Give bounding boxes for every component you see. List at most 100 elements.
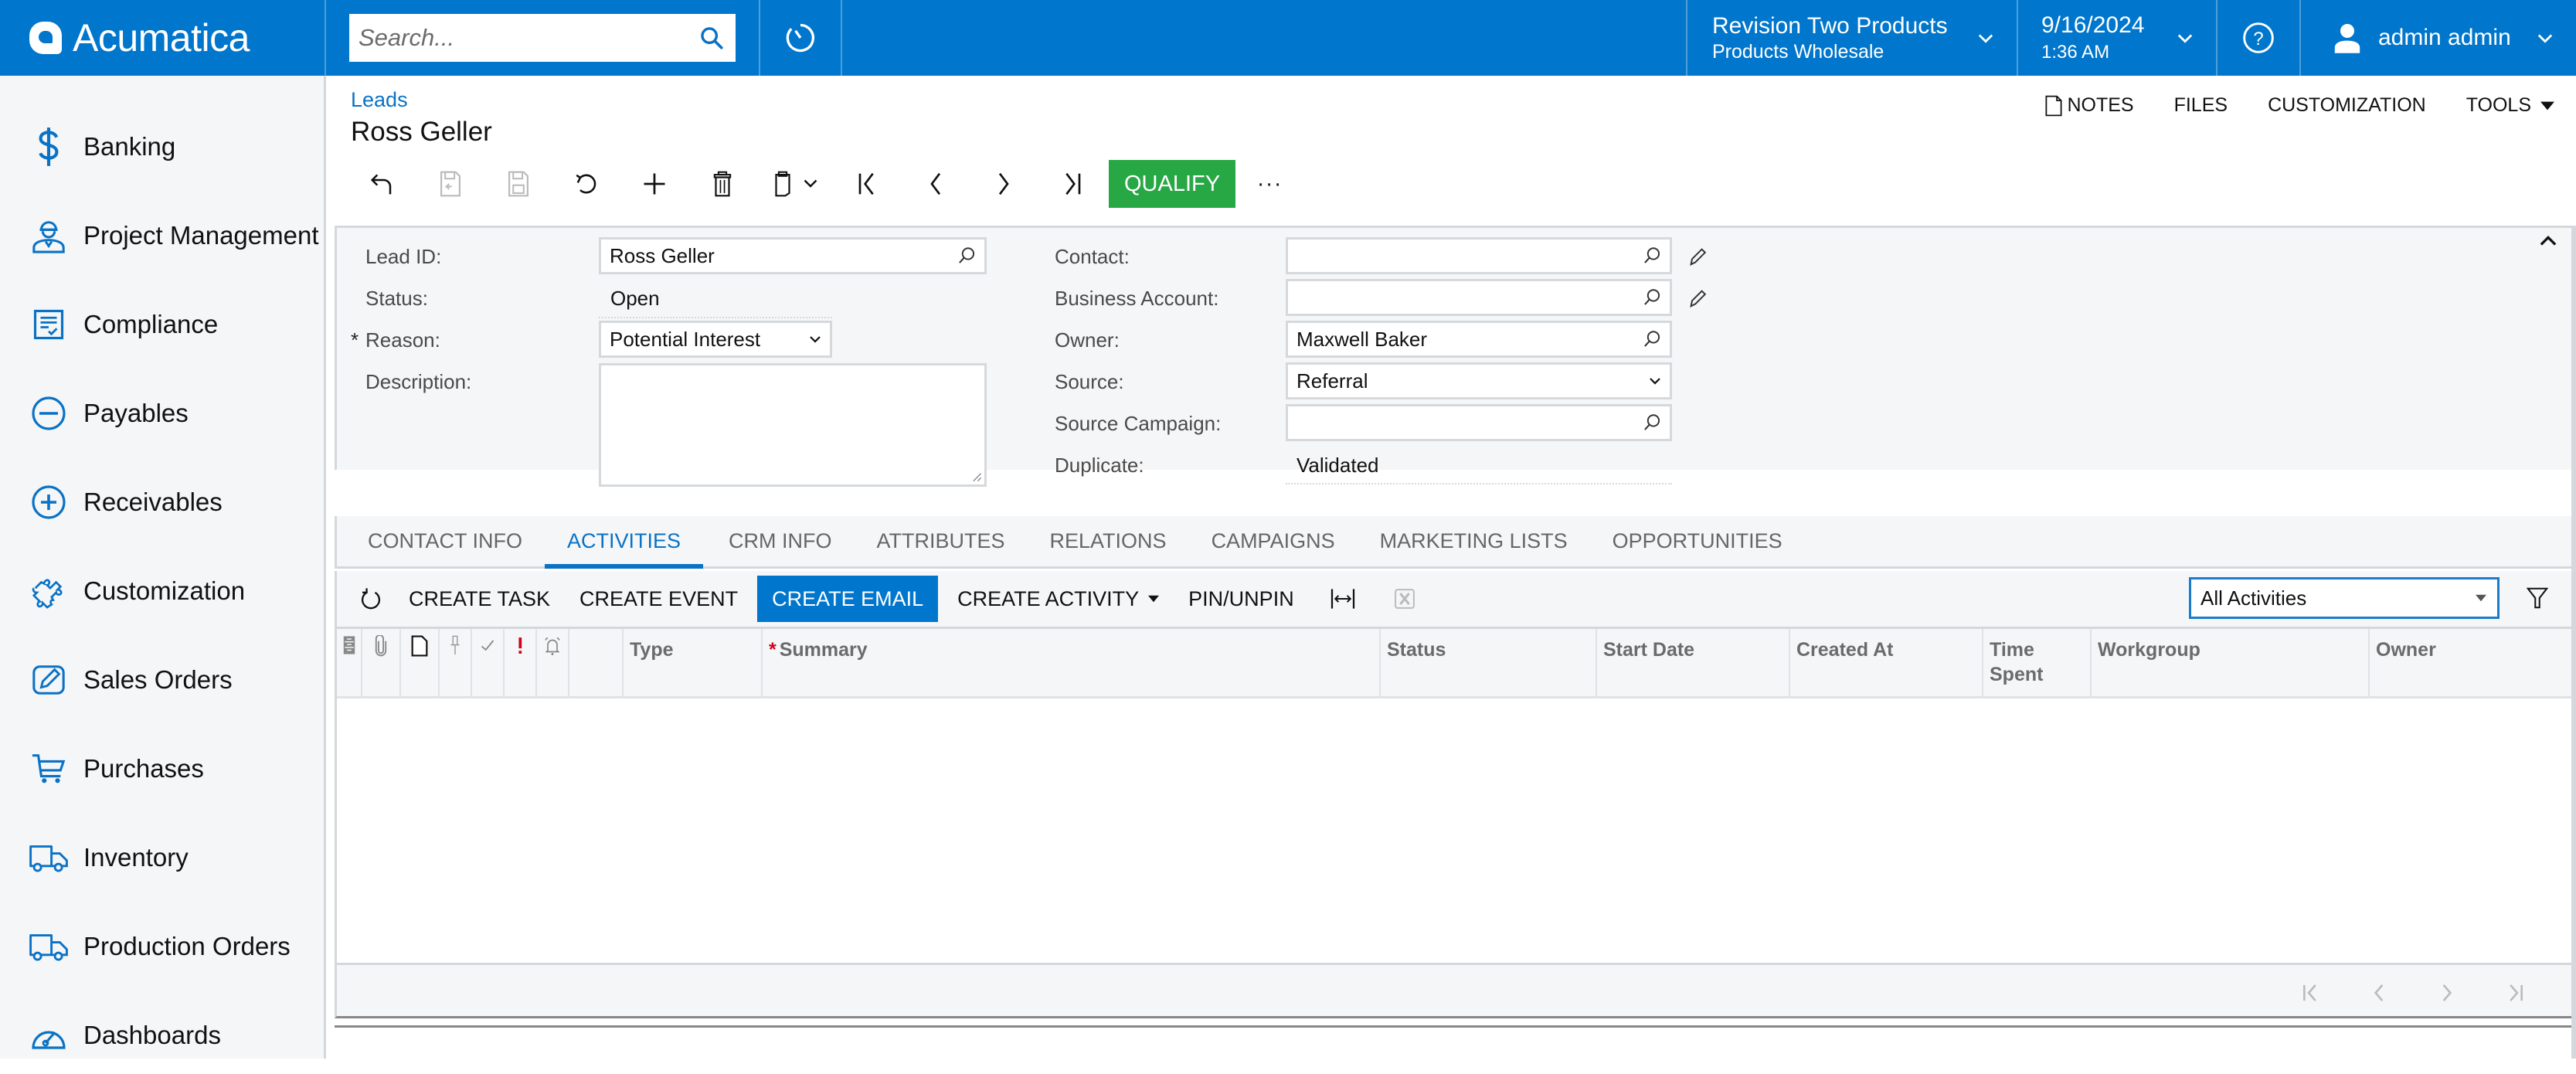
column-header-complete[interactable] bbox=[472, 629, 505, 696]
refresh-button[interactable] bbox=[348, 576, 394, 622]
description-textarea[interactable] bbox=[599, 363, 987, 487]
help-button[interactable]: ? bbox=[2217, 0, 2301, 76]
sidebar-item-receivables[interactable]: Receivables bbox=[0, 464, 324, 541]
sidebar-item-dashboards[interactable]: Dashboards bbox=[0, 997, 324, 1074]
business-account-field[interactable] bbox=[1286, 279, 1672, 316]
pager-next-button[interactable] bbox=[2413, 974, 2481, 1011]
sidebar-item-payables[interactable]: Payables bbox=[0, 375, 324, 452]
sidebar-item-banking[interactable]: Banking bbox=[0, 108, 324, 185]
next-record-button[interactable] bbox=[970, 159, 1038, 209]
tab-relations[interactable]: RELATIONS bbox=[1028, 516, 1189, 566]
add-new-button[interactable] bbox=[620, 159, 688, 209]
edit-business-account-pencil-icon[interactable] bbox=[1687, 287, 1708, 308]
search-input[interactable] bbox=[359, 24, 698, 52]
customization-link[interactable]: CUSTOMIZATION bbox=[2268, 94, 2426, 117]
column-header-document[interactable] bbox=[401, 629, 440, 696]
sidebar-item-project-management[interactable]: Project Management bbox=[0, 197, 324, 274]
sidebar-item-inventory[interactable]: Inventory bbox=[0, 819, 324, 896]
column-header-cabinet[interactable] bbox=[337, 629, 362, 696]
sidebar: Banking Project Management Compliance Pa… bbox=[0, 76, 326, 1059]
qualify-button[interactable]: QUALIFY bbox=[1109, 160, 1235, 208]
previous-record-button[interactable] bbox=[902, 159, 970, 209]
source-campaign-field[interactable] bbox=[1286, 404, 1672, 441]
tab-opportunities[interactable]: OPPORTUNITIES bbox=[1590, 516, 1805, 566]
tab-contact-info[interactable]: CONTACT INFO bbox=[337, 516, 545, 566]
company-selector[interactable]: Revision Two Products Products Wholesale bbox=[1687, 0, 2018, 76]
column-header-status[interactable]: Status bbox=[1381, 629, 1597, 696]
pager-previous-button[interactable] bbox=[2345, 974, 2413, 1011]
owner-field[interactable]: Maxwell Baker bbox=[1286, 321, 1672, 358]
search-icon[interactable] bbox=[698, 25, 725, 51]
first-record-button[interactable] bbox=[834, 159, 902, 209]
source-select[interactable]: Referral bbox=[1286, 362, 1672, 399]
sidebar-item-customization[interactable]: Customization bbox=[0, 552, 324, 630]
column-header-workgroup[interactable]: Workgroup bbox=[2092, 629, 2370, 696]
tab-activities[interactable]: ACTIVITIES bbox=[545, 516, 703, 566]
fit-width-icon bbox=[1330, 588, 1356, 610]
column-header-reminder[interactable] bbox=[537, 629, 569, 696]
column-header-summary[interactable]: *Summary bbox=[763, 629, 1381, 696]
column-header-created-at[interactable]: Created At bbox=[1790, 629, 1983, 696]
files-link[interactable]: FILES bbox=[2174, 94, 2228, 117]
activities-filter-select[interactable]: All Activities bbox=[2189, 577, 2500, 619]
vertical-scrollbar[interactable] bbox=[2571, 226, 2576, 1059]
breadcrumb-leads[interactable]: Leads bbox=[351, 88, 408, 112]
column-header-time-spent[interactable]: TimeSpent bbox=[1983, 629, 2092, 696]
dollar-icon bbox=[25, 123, 73, 171]
pager-last-button[interactable] bbox=[2481, 974, 2549, 1011]
copy-paste-button[interactable] bbox=[756, 159, 834, 209]
notes-link[interactable]: NOTES bbox=[2045, 94, 2133, 117]
tools-menu[interactable]: TOOLS bbox=[2466, 94, 2554, 117]
splitter-bar[interactable] bbox=[335, 1025, 2572, 1028]
save-button[interactable] bbox=[484, 159, 552, 209]
user-name: admin admin bbox=[2378, 25, 2534, 51]
contact-field[interactable] bbox=[1286, 237, 1672, 274]
excel-icon bbox=[1394, 588, 1415, 610]
delete-button[interactable] bbox=[688, 159, 756, 209]
last-record-button[interactable] bbox=[1038, 159, 1106, 209]
search-lookup-icon[interactable] bbox=[1642, 246, 1662, 266]
logo[interactable]: Acumatica bbox=[0, 0, 326, 76]
tab-campaigns[interactable]: CAMPAIGNS bbox=[1189, 516, 1358, 566]
column-header-owner[interactable]: Owner bbox=[2370, 629, 2572, 696]
create-activity-menu[interactable]: CREATE ACTIVITY bbox=[943, 576, 1174, 622]
user-menu[interactable]: admin admin bbox=[2301, 0, 2576, 76]
tab-marketing-lists[interactable]: MARKETING LISTS bbox=[1358, 516, 1590, 566]
column-header-attachment[interactable] bbox=[362, 629, 401, 696]
sidebar-item-compliance[interactable]: Compliance bbox=[0, 286, 324, 363]
cancel-button[interactable] bbox=[552, 159, 620, 209]
create-event-button[interactable]: CREATE EVENT bbox=[565, 576, 753, 622]
sidebar-item-production-orders[interactable]: Production Orders bbox=[0, 908, 324, 985]
back-button[interactable] bbox=[348, 159, 416, 209]
column-header-start-date[interactable]: Start Date bbox=[1597, 629, 1790, 696]
owner-value: Maxwell Baker bbox=[1296, 328, 1642, 352]
search-lookup-icon[interactable] bbox=[1642, 413, 1662, 433]
export-excel-button[interactable] bbox=[1381, 576, 1428, 622]
recent-history-button[interactable] bbox=[760, 0, 842, 76]
sidebar-item-sales-orders[interactable]: Sales Orders bbox=[0, 641, 324, 719]
sidebar-item-purchases[interactable]: Purchases bbox=[0, 730, 324, 807]
edit-contact-pencil-icon[interactable] bbox=[1687, 245, 1708, 267]
lead-id-field[interactable]: Ross Geller bbox=[599, 237, 987, 274]
column-header-priority[interactable] bbox=[505, 629, 537, 696]
more-actions-button[interactable]: ··· bbox=[1235, 159, 1303, 209]
pin-unpin-button[interactable]: PIN/UNPIN bbox=[1174, 576, 1309, 622]
date-selector[interactable]: 9/16/2024 1:36 AM bbox=[2018, 0, 2217, 76]
resize-handle-icon[interactable] bbox=[971, 471, 982, 482]
tab-attributes[interactable]: ATTRIBUTES bbox=[855, 516, 1028, 566]
fit-columns-button[interactable] bbox=[1320, 576, 1366, 622]
puzzle-icon bbox=[25, 567, 73, 615]
filter-button[interactable] bbox=[2518, 579, 2557, 617]
tab-crm-info[interactable]: CRM INFO bbox=[703, 516, 854, 566]
create-email-button[interactable]: CREATE EMAIL bbox=[757, 576, 938, 622]
reason-select[interactable]: Potential Interest bbox=[599, 321, 832, 358]
collapse-form-button[interactable] bbox=[2540, 234, 2557, 246]
search-lookup-icon[interactable] bbox=[957, 246, 977, 266]
create-task-button[interactable]: CREATE TASK bbox=[394, 576, 565, 622]
column-header-pin[interactable] bbox=[440, 629, 472, 696]
pager-first-button[interactable] bbox=[2277, 974, 2345, 1011]
search-lookup-icon[interactable] bbox=[1642, 287, 1662, 308]
search-lookup-icon[interactable] bbox=[1642, 329, 1662, 349]
save-and-close-button[interactable] bbox=[416, 159, 484, 209]
column-header-type[interactable]: Type bbox=[624, 629, 763, 696]
